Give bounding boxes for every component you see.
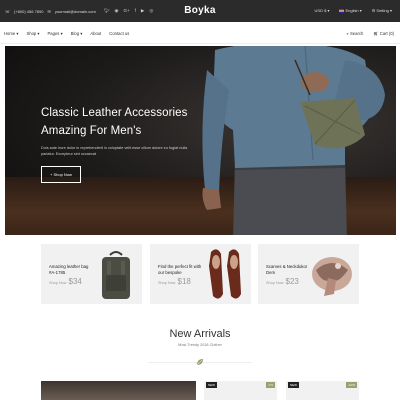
chevron-down-icon: ▾: [60, 31, 63, 36]
search-label: Search: [350, 31, 364, 36]
hero-title-line2: Amazing For Men's: [41, 125, 142, 137]
twitter-icon[interactable]: 🐦︎: [104, 8, 110, 14]
setting-label: Setting: [376, 8, 389, 13]
shop-now-button[interactable]: + Shop Now: [41, 166, 81, 183]
discount-badge: -10%: [345, 382, 357, 388]
product-card[interactable]: [41, 381, 196, 400]
phone-icon: ☏: [5, 8, 11, 14]
new-badge: NEW: [206, 382, 217, 388]
backpack-image: [102, 251, 130, 299]
card-price-value: $23: [285, 277, 299, 286]
section-subtitle: Most Trendy 2018 Clother: [178, 343, 222, 347]
feature-cards: Amazing leather bag #A-1785 Shop Now $34 …: [41, 244, 359, 304]
search-button[interactable]: ⌕ Search: [346, 31, 363, 37]
hero-text: Classic Leather Accessories Amazing For …: [41, 104, 201, 183]
youtube-icon[interactable]: ▶: [141, 8, 144, 14]
email-icon: ✉: [47, 8, 51, 14]
social-links: 🐦︎ ◉ G+ f ▶ ◎: [104, 8, 153, 14]
language-label: English: [345, 8, 359, 13]
search-icon: ⌕: [346, 31, 349, 36]
new-badge: NEW: [288, 382, 299, 388]
card-price-label: Shop Now: [158, 281, 176, 285]
gear-icon: ⚙: [371, 8, 376, 13]
nav-label: Shop: [26, 31, 37, 36]
chevron-down-icon: ▾: [16, 31, 19, 36]
facebook-icon[interactable]: f: [135, 8, 136, 14]
nav-item-home[interactable]: Home ▾: [4, 31, 18, 36]
plus-icon: +: [50, 172, 53, 177]
feature-card-shoes[interactable]: Find the perfect fit with our bespoke Sh…: [150, 244, 251, 304]
shoes-image: [209, 249, 241, 299]
discount-badge: -7%: [265, 382, 275, 388]
scarf-image: [312, 257, 352, 296]
nav-label: Home: [4, 31, 16, 36]
card-price-label: Shop Now: [266, 281, 284, 285]
language-selector[interactable]: English ▾: [339, 8, 362, 13]
product-card[interactable]: NEW -7%: [204, 381, 277, 400]
currency-selector[interactable]: USD $ ▾: [315, 8, 330, 13]
card-price: Shop Now $23: [266, 277, 299, 286]
card-price-label: Shop Now: [49, 281, 67, 285]
card-price-value: $34: [68, 277, 82, 286]
nav-item-shop[interactable]: Shop ▾: [26, 31, 39, 36]
flag-icon: [339, 9, 345, 13]
nav-menu: Home ▾ Shop ▾ Pages ▾ Blog ▾ About Conta…: [4, 31, 129, 36]
instagram-icon[interactable]: ◎: [149, 8, 153, 14]
nav-tools: ⌕ Search 🛒︎ Cart (0): [346, 31, 394, 37]
currency-label: USD $: [314, 8, 327, 13]
nav-item-blog[interactable]: Blog ▾: [71, 31, 83, 36]
product-card[interactable]: NEW -10%: [286, 381, 359, 400]
top-bar: ☏ (+800) 456 7890 ✉ yourmail@domain.com …: [0, 0, 400, 22]
card-title: Find the perfect fit with our bespoke: [158, 264, 202, 275]
nav-item-contact[interactable]: Contact us: [109, 31, 129, 36]
email-address[interactable]: yourmail@domain.com: [55, 9, 96, 14]
main-nav: Home ▾ Shop ▾ Pages ▾ Blog ▾ About Conta…: [0, 22, 400, 44]
section-title: New Arrivals: [169, 328, 231, 340]
setting-menu[interactable]: ⚙ Setting ▾: [372, 8, 392, 13]
cart-button[interactable]: 🛒︎ Cart (0): [373, 31, 394, 37]
hero-description: Duis aute irure dolor in reprehenderit i…: [41, 146, 188, 156]
chevron-down-icon: ▾: [37, 31, 40, 36]
nav-label: Blog: [70, 31, 80, 36]
nav-item-about[interactable]: About: [90, 31, 101, 36]
contact-info: ☏ (+800) 456 7890 ✉ yourmail@domain.com …: [5, 8, 153, 14]
rss-icon[interactable]: ◉: [115, 8, 119, 14]
cart-label: Cart (0): [379, 31, 394, 36]
hero-title-line1: Classic Leather Accessories: [41, 107, 188, 119]
top-bar-options: USD $ ▾ English ▾ ⚙ Setting ▾: [315, 8, 392, 13]
card-price: Shop Now $18: [158, 277, 191, 286]
chevron-down-icon: ▾: [80, 31, 83, 36]
shop-now-label: Shop Now: [53, 172, 72, 177]
card-price: Shop Now $34: [49, 277, 82, 286]
hero-banner: Classic Leather Accessories Amazing For …: [5, 46, 396, 235]
feature-card-bag[interactable]: Amazing leather bag #A-1785 Shop Now $34: [41, 244, 142, 304]
phone-number: (+800) 456 7890: [14, 8, 44, 14]
nav-item-pages[interactable]: Pages ▾: [48, 31, 63, 36]
nav-label: Pages: [47, 31, 60, 36]
card-title: Amazing leather bag #A-1785: [49, 264, 89, 275]
hero-model-image: [202, 46, 385, 235]
card-price-value: $18: [177, 277, 191, 286]
cart-icon: 🛒︎: [373, 31, 379, 36]
google-plus-icon[interactable]: G+: [123, 8, 129, 14]
hero-title: Classic Leather Accessories Amazing For …: [41, 104, 201, 140]
card-title: Scarves & Neckdukor Dem: [266, 264, 308, 275]
leaf-icon: [196, 359, 203, 366]
feature-card-scarf[interactable]: Scarves & Neckdukor Dem Shop Now $23: [258, 244, 359, 304]
